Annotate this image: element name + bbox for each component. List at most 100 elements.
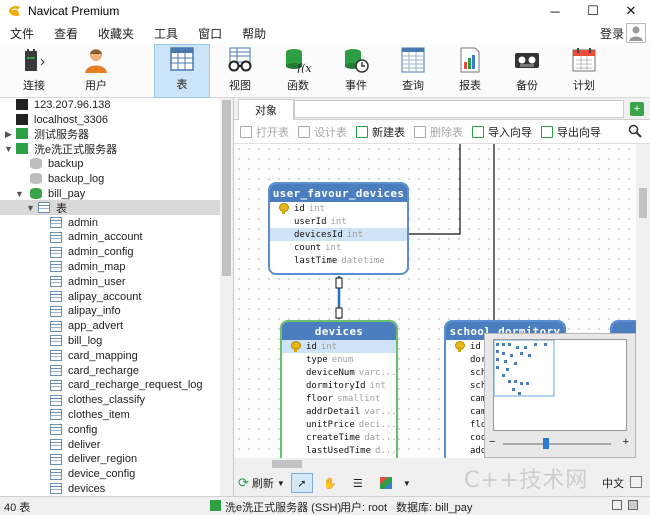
field-row-selected[interactable]: devicesId int — [270, 228, 407, 241]
tree-table-item[interactable]: admin_account — [50, 230, 143, 245]
schedule-button[interactable]: 计划 — [556, 44, 612, 98]
function-button[interactable]: f(x) 函数 — [270, 44, 326, 98]
report-button[interactable]: 报表 — [442, 44, 498, 98]
tab-objects[interactable]: 对象 — [238, 99, 294, 120]
color-tool-button[interactable] — [375, 473, 397, 493]
canvas-vertical-scrollbar[interactable] — [636, 144, 650, 458]
collapse-arrow-icon[interactable]: ▼ — [4, 144, 13, 154]
user-button[interactable]: 用户 — [68, 44, 124, 98]
grid-view-icon[interactable] — [628, 500, 638, 510]
zoom-in-icon[interactable]: + — [623, 436, 629, 448]
field-row[interactable]: userId int — [270, 215, 407, 228]
tree-table-item[interactable]: deliver — [50, 437, 100, 452]
maximize-button[interactable]: ☐ — [574, 0, 612, 22]
user-avatar-icon[interactable] — [626, 23, 646, 43]
field-row[interactable]: lastUsedTime d... — [282, 444, 396, 457]
menu-favorites[interactable]: 收藏夹 — [88, 25, 144, 42]
tree-table-item[interactable]: clothes_classify — [50, 393, 145, 408]
query-button[interactable]: 查询 — [385, 44, 441, 98]
design-table-button[interactable]: 设计表 — [298, 124, 347, 140]
tree-table-item[interactable]: admin_user — [50, 274, 125, 289]
menu-help[interactable]: 帮助 — [232, 25, 276, 42]
table-label: 表 — [176, 79, 188, 91]
import-wizard-button[interactable]: 导入向导 — [472, 124, 532, 140]
navicat-logo-icon — [8, 4, 22, 18]
tree-table-item[interactable]: alipay_account — [50, 289, 141, 304]
field-row[interactable]: floor smallint — [282, 392, 396, 405]
delete-table-button[interactable]: 删除表 — [414, 124, 463, 140]
field-row[interactable]: addrDetail var... — [282, 405, 396, 418]
tree-table-item[interactable]: alipay_info — [50, 304, 121, 319]
tree-table-item[interactable]: clothes_item — [50, 407, 130, 422]
hand-tool-button[interactable]: ✋ — [319, 473, 341, 493]
table-button[interactable]: 表 — [154, 44, 210, 98]
vertical-scroll-thumb[interactable] — [639, 188, 647, 218]
new-table-button[interactable]: 新建表 — [356, 124, 405, 140]
field-row[interactable]: dormitoryId int — [282, 379, 396, 392]
sidebar-scroll-thumb[interactable] — [222, 100, 231, 276]
backup-button[interactable]: 备份 — [499, 44, 555, 98]
horizontal-scroll-thumb[interactable] — [272, 460, 302, 468]
tree-table-item[interactable]: admin_config — [50, 245, 133, 260]
search-icon[interactable] — [628, 124, 642, 138]
field-row[interactable]: count int — [270, 241, 407, 254]
tree-table-item[interactable]: card_recharge — [50, 363, 139, 378]
open-table-icon — [240, 125, 252, 138]
menu-tools[interactable]: 工具 — [144, 25, 188, 42]
view-toggle-icon[interactable] — [630, 476, 642, 488]
field-name: createTime — [306, 432, 361, 443]
event-button[interactable]: 事件 — [328, 44, 384, 98]
open-table-button[interactable]: 打开表 — [240, 124, 289, 140]
field-row[interactable]: type enum — [282, 353, 396, 366]
menu-file[interactable]: 文件 — [0, 25, 44, 42]
menu-window[interactable]: 窗口 — [188, 25, 232, 42]
zoom-out-icon[interactable]: − — [489, 436, 495, 448]
close-button[interactable]: ✕ — [612, 0, 650, 22]
tree-table-item[interactable]: admin — [50, 215, 98, 230]
login-link[interactable]: 登录 — [600, 25, 624, 42]
tree-table-item[interactable]: config — [50, 422, 97, 437]
list-view-icon[interactable] — [612, 500, 622, 510]
chevron-down-icon[interactable]: ▼ — [403, 479, 411, 488]
expand-arrow-icon[interactable]: ▶ — [5, 129, 12, 140]
field-row[interactable]: unitPrice deci... — [282, 418, 396, 431]
entity-user-favour-devices[interactable]: user_favour_devices id int userId int devi… — [268, 182, 409, 275]
collapse-arrow-icon[interactable]: ▼ — [15, 189, 24, 199]
field-row[interactable]: createTime dat... — [282, 431, 396, 444]
export-wizard-button[interactable]: 导出向导 — [541, 124, 601, 140]
minimap-view[interactable] — [493, 339, 627, 431]
tree-label: bill_log — [68, 334, 103, 347]
view-button[interactable]: 视图 — [212, 44, 268, 98]
tree-db-backup[interactable]: backup — [30, 156, 83, 171]
field-row[interactable]: lastTime datetime — [270, 254, 407, 267]
sidebar-scrollbar[interactable] — [220, 98, 233, 496]
field-row[interactable]: id int — [270, 202, 407, 215]
refresh-button[interactable]: ⟳ 刷新 ▼ — [238, 473, 285, 493]
field-row-selected[interactable]: id int — [282, 340, 396, 353]
field-row[interactable]: deviceNum varc... — [282, 366, 396, 379]
collapse-arrow-icon[interactable]: ▼ — [26, 203, 35, 213]
tree-table-item[interactable]: card_recharge_request_log — [50, 378, 203, 393]
tree-connection-1[interactable]: 123.207.96.138 — [16, 98, 110, 112]
tree-table-item[interactable]: card_mapping — [50, 348, 138, 363]
tree-table-item[interactable]: admin_map — [50, 259, 125, 274]
tree-connection-4[interactable]: 洗e洗正式服务器 — [16, 141, 117, 156]
tree-table-item[interactable]: deliver_region — [50, 452, 137, 467]
entity-devices[interactable]: devices id int type enum deviceNum varc... … — [280, 320, 398, 458]
pointer-tool-button[interactable]: ➚ — [290, 473, 313, 493]
minimize-button[interactable]: ─ — [536, 0, 574, 22]
connect-button[interactable]: 连接 — [6, 44, 62, 98]
tree-table-item[interactable]: bill_log — [50, 333, 102, 348]
tree-db-backup-log[interactable]: backup_log — [30, 171, 104, 186]
menu-view[interactable]: 查看 — [44, 25, 88, 42]
tree-table-item[interactable]: app_advert — [50, 319, 123, 334]
tree-table-item[interactable]: device_config — [50, 467, 135, 482]
tree-connection-3[interactable]: 测试服务器 — [16, 126, 89, 141]
new-tab-icon[interactable]: + — [630, 102, 644, 116]
layout-tool-button[interactable]: ☰ — [347, 473, 369, 493]
zoom-slider-knob[interactable] — [543, 438, 549, 449]
tree-table-item[interactable]: devices — [50, 481, 105, 496]
diagram-minimap[interactable]: − + — [484, 333, 636, 458]
zoom-slider[interactable] — [503, 443, 611, 445]
tree-tables-folder[interactable]: ▼ 表 — [0, 200, 220, 215]
